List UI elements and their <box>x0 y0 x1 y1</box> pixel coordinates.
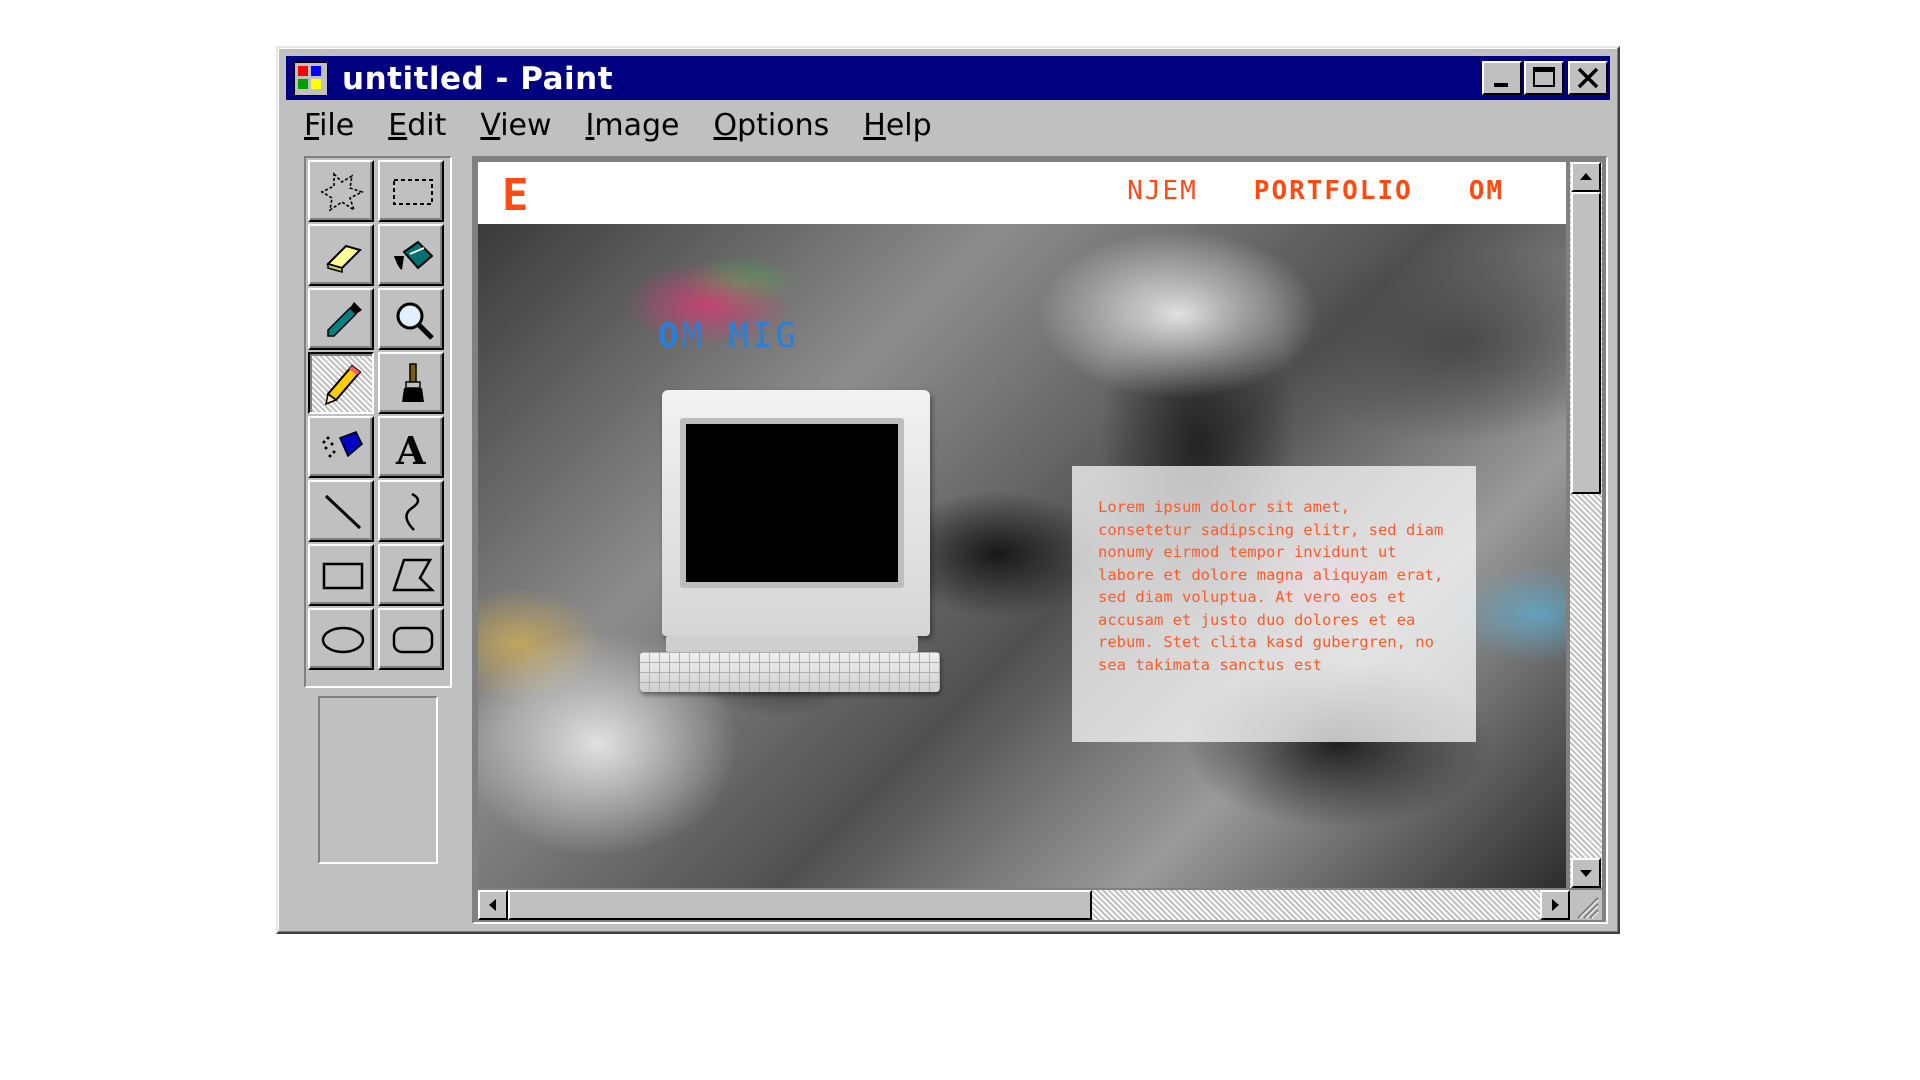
menu-edit-hotkey: E <box>388 108 408 143</box>
magnifier-icon <box>396 302 434 340</box>
monitor-screen <box>680 418 904 588</box>
site-logo[interactable]: E <box>502 170 529 221</box>
tool-airbrush[interactable] <box>308 416 374 478</box>
hero-title-rest: M MIG <box>681 316 799 356</box>
hero-title: OM MIG <box>658 316 799 356</box>
scroll-down-button[interactable] <box>1571 858 1601 888</box>
ellipse-icon <box>321 626 365 654</box>
rectangle-icon <box>322 562 364 590</box>
tool-rectangle-select[interactable] <box>378 160 444 222</box>
tool-rounded-rectangle[interactable] <box>378 608 444 670</box>
maximize-icon <box>1533 67 1555 87</box>
menu-options-hotkey: O <box>713 108 738 143</box>
crt-monitor-image <box>662 390 930 636</box>
menu-edit-label: dit <box>407 108 447 143</box>
arrow-down-icon <box>1580 870 1592 877</box>
paint-app-icon[interactable] <box>294 62 328 96</box>
nav-link-om[interactable]: OM <box>1469 176 1504 206</box>
free-form-select-icon <box>320 172 365 212</box>
about-text: Lorem ipsum dolor sit amet, consetetur s… <box>1098 498 1444 674</box>
tool-pencil[interactable] <box>308 352 374 414</box>
site-header: E NJEM PORTFOLIO OM <box>478 162 1566 224</box>
tool-line[interactable] <box>308 480 374 542</box>
hero-background: OM MIG Lorem ipsum dolor sit amet, conse… <box>478 224 1566 888</box>
toolbox: A <box>304 156 452 688</box>
curve-icon <box>405 492 420 531</box>
svg-text:A: A <box>395 428 426 470</box>
airbrush-icon <box>322 431 363 458</box>
maximize-button[interactable] <box>1524 61 1564 95</box>
paint-window: untitled - Paint File Edit View Image Op… <box>276 46 1620 934</box>
canvas-frame: E NJEM PORTFOLIO OM OM MIG Lorem ipsum d… <box>472 156 1608 924</box>
menu-options-label: ptions <box>737 108 830 143</box>
arrow-left-icon <box>489 899 496 911</box>
menu-image-label: mage <box>594 108 680 143</box>
tool-rectangle[interactable] <box>308 544 374 606</box>
close-button[interactable] <box>1568 61 1608 95</box>
scroll-up-button[interactable] <box>1571 162 1601 192</box>
title-bar[interactable]: untitled - Paint <box>286 56 1610 100</box>
rectangle-select-icon <box>393 179 433 205</box>
rounded-rectangle-icon <box>392 626 434 654</box>
horizontal-scroll-thumb[interactable] <box>508 890 1092 920</box>
menu-help-label: elp <box>885 108 932 143</box>
site-nav: NJEM PORTFOLIO OM <box>1127 176 1504 206</box>
tool-text[interactable]: A <box>378 416 444 478</box>
eraser-icon <box>326 244 362 273</box>
vertical-scroll-thumb[interactable] <box>1571 192 1601 494</box>
tool-brush[interactable] <box>378 352 444 414</box>
pencil-icon <box>324 364 362 406</box>
resize-grip[interactable] <box>1570 890 1602 920</box>
arrow-up-icon <box>1580 173 1592 180</box>
arrow-right-icon <box>1552 899 1559 911</box>
tool-fill-with-color[interactable] <box>378 224 444 286</box>
minimize-button[interactable] <box>1482 61 1522 95</box>
text-icon: A <box>395 428 426 470</box>
tool-ellipse[interactable] <box>308 608 374 670</box>
nav-link-portfolio[interactable]: PORTFOLIO <box>1254 176 1413 206</box>
polygon-icon <box>392 558 436 592</box>
menu-options[interactable]: Options <box>714 106 846 146</box>
menu-bar: File Edit View Image Options Help <box>304 106 966 146</box>
about-text-card: Lorem ipsum dolor sit amet, consetetur s… <box>1072 466 1476 742</box>
menu-view-label: iew <box>500 108 552 143</box>
hero-title-first-letter: O <box>658 316 682 356</box>
tool-free-form-select[interactable] <box>308 160 374 222</box>
keyboard-image <box>640 652 940 692</box>
fill-bucket-icon <box>394 240 434 270</box>
scroll-left-button[interactable] <box>478 890 508 920</box>
menu-edit[interactable]: Edit <box>388 106 462 146</box>
line-icon <box>324 494 362 530</box>
color-picker-icon <box>327 302 362 337</box>
brush-icon <box>402 363 424 402</box>
tool-eraser[interactable] <box>308 224 374 286</box>
resize-grip-icon <box>1577 897 1599 919</box>
tool-magnifier[interactable] <box>378 288 444 350</box>
tool-polygon[interactable] <box>378 544 444 606</box>
menu-help[interactable]: Help <box>863 106 947 146</box>
window-title: untitled - Paint <box>342 61 614 97</box>
drawing-canvas[interactable]: E NJEM PORTFOLIO OM OM MIG Lorem ipsum d… <box>478 162 1566 888</box>
vertical-scrollbar[interactable] <box>1570 162 1602 888</box>
tool-options-panel[interactable] <box>318 696 438 864</box>
menu-file[interactable]: File <box>304 106 370 146</box>
menu-file-hotkey: F <box>304 108 320 143</box>
horizontal-scrollbar[interactable] <box>478 890 1570 920</box>
menu-view-hotkey: V <box>480 108 501 143</box>
tool-pick-color[interactable] <box>308 288 374 350</box>
menu-help-hotkey: H <box>863 108 886 143</box>
menu-image[interactable]: Image <box>586 106 696 146</box>
menu-view[interactable]: View <box>480 106 567 146</box>
minimize-icon <box>1494 83 1508 87</box>
monitor-base <box>666 636 918 652</box>
nav-link-njem[interactable]: NJEM <box>1127 176 1198 206</box>
scroll-right-button[interactable] <box>1540 890 1570 920</box>
tool-curve[interactable] <box>378 480 444 542</box>
menu-file-label: ile <box>319 108 355 143</box>
close-icon <box>1577 67 1599 89</box>
